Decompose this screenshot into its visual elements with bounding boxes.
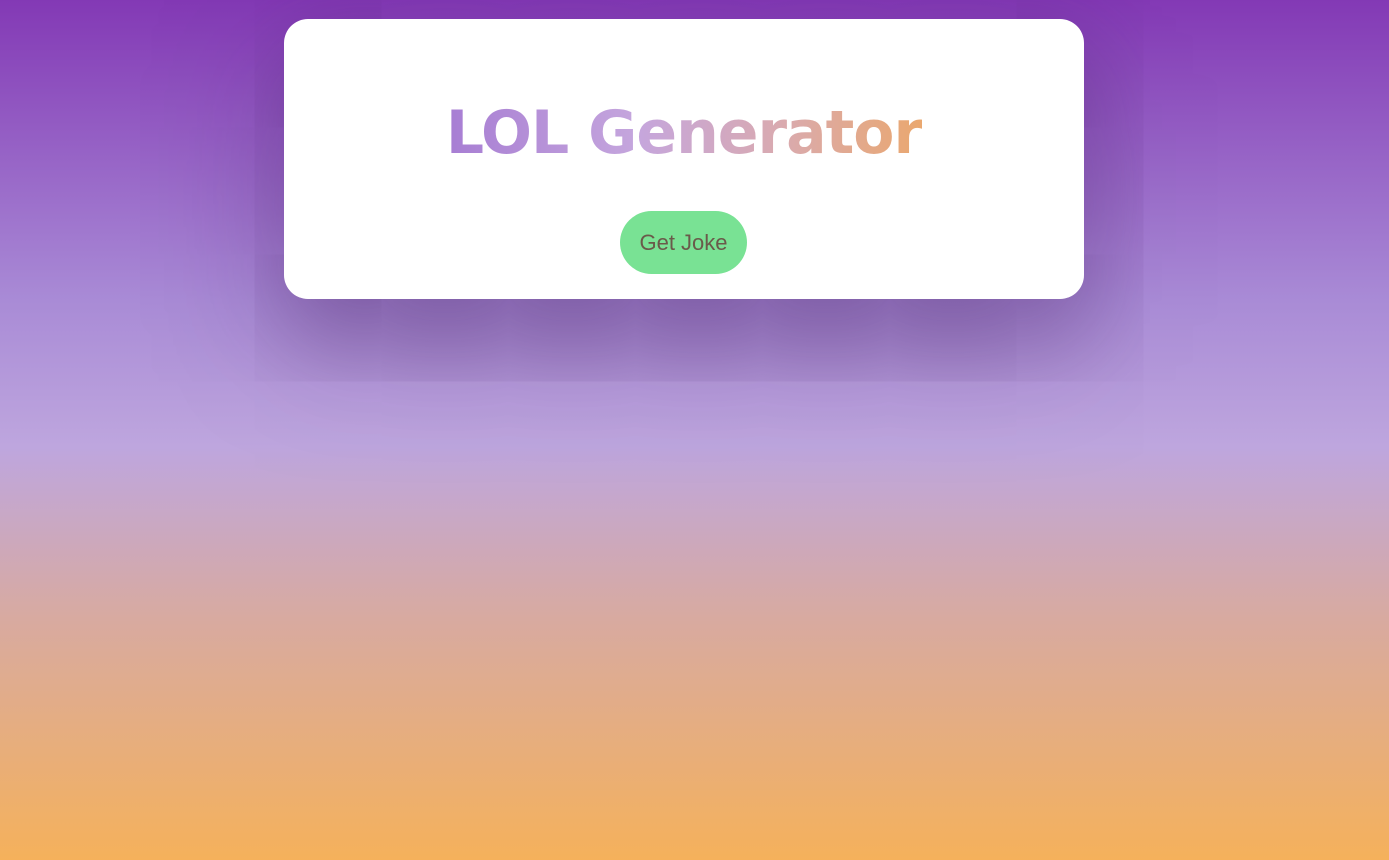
title-container: LOL Generator — [284, 95, 1084, 171]
get-joke-button[interactable]: Get Joke — [620, 211, 747, 274]
page-title: LOL Generator — [446, 95, 923, 171]
joke-card: LOL Generator Get Joke — [284, 19, 1084, 299]
